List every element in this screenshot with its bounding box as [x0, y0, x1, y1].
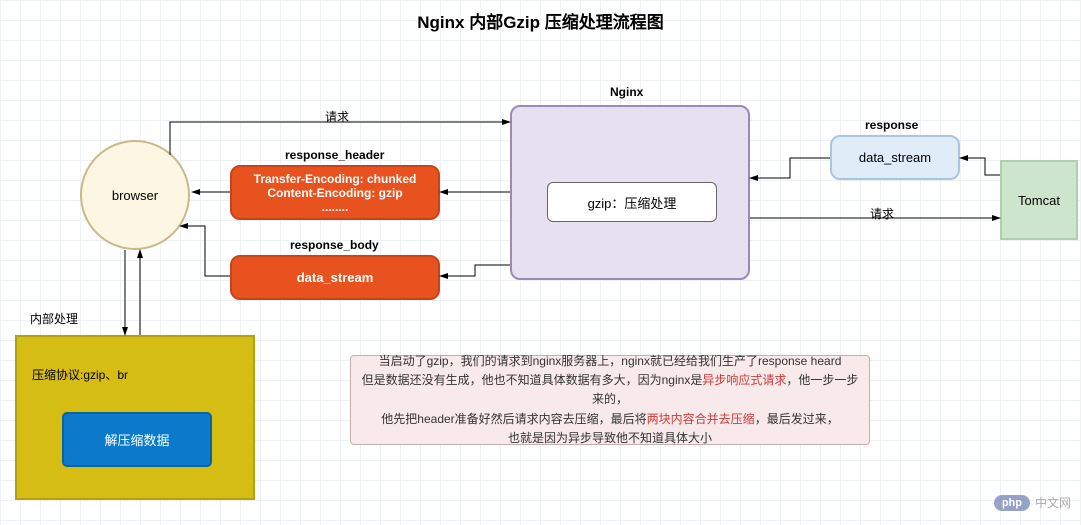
- tomcat-text: Tomcat: [1018, 193, 1060, 208]
- edge-label-internal: 内部处理: [30, 310, 78, 327]
- watermark: php 中文网: [994, 494, 1071, 511]
- label-response-header: response_header: [285, 148, 384, 162]
- edge-label-request-2: 请求: [870, 205, 894, 222]
- resp-header-line1: Transfer-Encoding: chunked: [254, 172, 417, 186]
- note-line3a: 他先把header准备好然后请求内容去压缩，最后将: [381, 412, 646, 426]
- node-nginx-inner: gzip：压缩处理: [547, 182, 717, 222]
- note-line3-hl: 两块内容合并去压缩: [647, 412, 755, 426]
- resp-header-line2: Content-Encoding: gzip: [267, 186, 402, 200]
- node-browser: browser: [80, 140, 190, 250]
- node-decompression-container: 压缩协议:gzip、br 解压缩数据: [15, 335, 255, 500]
- edge-label-request-1: 请求: [325, 108, 349, 125]
- label-response-body: response_body: [290, 238, 379, 252]
- watermark-text: 中文网: [1035, 494, 1071, 511]
- note-line4: 也就是因为异步导致他不知道具体大小: [508, 431, 712, 445]
- node-response-header: Transfer-Encoding: chunked Content-Encod…: [230, 165, 440, 220]
- node-browser-label: browser: [112, 188, 158, 203]
- resp-header-line3: ........: [322, 200, 349, 214]
- decomp-text: 解压缩数据: [104, 430, 169, 449]
- note-line2-hl: 异步响应式请求: [702, 373, 786, 387]
- watermark-badge: php: [994, 495, 1030, 511]
- resp-body-text: data_stream: [297, 270, 374, 285]
- yellow-label: 压缩协议:gzip、br: [32, 366, 128, 383]
- node-nginx: gzip：压缩处理: [510, 105, 750, 280]
- label-response: response: [865, 118, 918, 132]
- node-decompress-data: 解压缩数据: [62, 412, 212, 467]
- node-response-stream: data_stream: [830, 135, 960, 180]
- node-response-body: data_stream: [230, 255, 440, 300]
- explanation-note: 当启动了gzip，我们的请求到nginx服务器上，nginx就已经给我们生产了r…: [350, 355, 870, 445]
- nginx-inner-text: gzip：压缩处理: [588, 193, 677, 212]
- node-tomcat: Tomcat: [1000, 160, 1078, 240]
- note-line1: 当启动了gzip，我们的请求到nginx服务器上，nginx就已经给我们生产了r…: [379, 354, 842, 368]
- diagram-title: Nginx 内部Gzip 压缩处理流程图: [0, 8, 1081, 33]
- label-nginx: Nginx: [610, 85, 643, 99]
- resp-stream-text: data_stream: [859, 150, 931, 165]
- note-line2a: 但是数据还没有生成，他也不知道具体数据有多大，因为nginx是: [362, 373, 703, 387]
- note-line3b: ，最后发过来，: [755, 412, 839, 426]
